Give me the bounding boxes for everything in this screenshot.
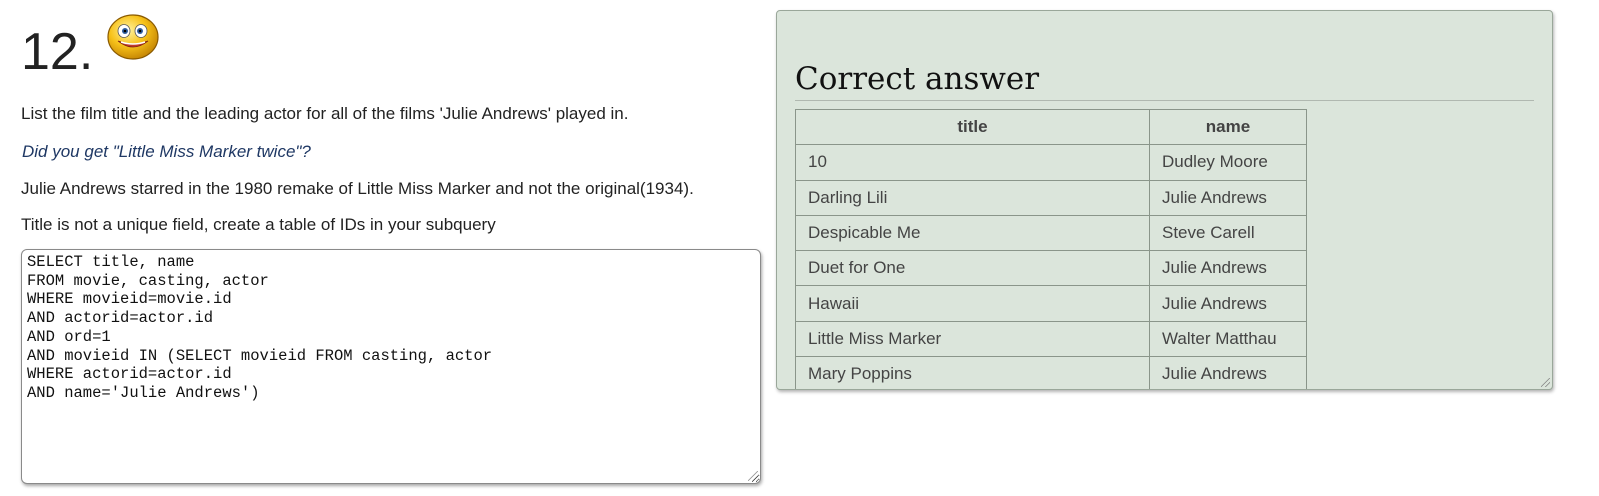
code-line: AND name='Julie Andrews') xyxy=(27,383,260,402)
question-note: Julie Andrews starred in the 1980 remake… xyxy=(21,179,694,198)
divider xyxy=(795,100,1534,101)
table-row: Despicable Me Steve Carell xyxy=(795,214,1307,252)
cell-title: Despicable Me xyxy=(795,214,1150,252)
code-line: AND actorid=actor.id xyxy=(27,309,214,328)
code-line: WHERE actorid=actor.id xyxy=(27,365,232,384)
cell-title: 10 xyxy=(795,144,1150,181)
smiley-face-icon xyxy=(107,14,159,60)
table-row: Mary Poppins Julie Andrews xyxy=(795,356,1307,389)
cell-name: Julie Andrews xyxy=(1149,179,1307,216)
code-line: AND movieid IN (SELECT movieid FROM cast… xyxy=(27,346,493,365)
question-prompt: List the film title and the leading acto… xyxy=(21,104,629,123)
column-header-title: title xyxy=(795,108,1150,146)
cell-title: Little Miss Marker xyxy=(795,320,1150,358)
cell-name: Steve Carell xyxy=(1149,214,1307,252)
table-header-row: title name xyxy=(795,108,1307,146)
code-line: WHERE movieid=movie.id xyxy=(27,290,232,309)
cell-name: Dudley Moore xyxy=(1149,144,1307,181)
table-row: Darling Lili Julie Andrews xyxy=(795,179,1307,216)
cell-title: Duet for One xyxy=(795,250,1150,287)
question-number: 12. xyxy=(21,23,94,81)
code-line: SELECT title, name xyxy=(27,253,195,271)
result-table: title name 10 Dudley Moore Darling Lili … xyxy=(795,108,1307,389)
question-header: 12. xyxy=(21,14,159,82)
cell-name: Julie Andrews xyxy=(1149,285,1307,322)
table-row: 10 Dudley Moore xyxy=(795,144,1307,181)
table-row: Little Miss Marker Walter Matthau xyxy=(795,320,1307,358)
resize-handle[interactable] xyxy=(748,471,758,481)
question-note: Title is not a unique field, create a ta… xyxy=(21,215,496,234)
cell-title: Hawaii xyxy=(795,285,1150,322)
column-header-name: name xyxy=(1149,108,1307,146)
table-row: Hawaii Julie Andrews xyxy=(795,285,1307,322)
cell-name: Walter Matthau xyxy=(1149,320,1307,358)
cell-name: Julie Andrews xyxy=(1149,250,1307,287)
question-hint: Did you get "Little Miss Marker twice"? xyxy=(22,142,311,161)
code-line: FROM movie, casting, actor xyxy=(27,271,269,290)
answer-panel[interactable]: Correct answer title name 10 Dudley Moor… xyxy=(776,10,1553,390)
answer-heading: Correct answer xyxy=(795,61,1040,97)
cell-name: Julie Andrews xyxy=(1149,356,1307,389)
cell-title: Mary Poppins xyxy=(795,356,1150,389)
code-line: AND ord=1 xyxy=(27,327,111,346)
cell-title: Darling Lili xyxy=(795,179,1150,216)
resize-handle[interactable] xyxy=(1541,378,1550,387)
sql-editor[interactable]: SELECT title, name FROM movie, casting, … xyxy=(21,249,761,484)
table-row: Duet for One Julie Andrews xyxy=(795,250,1307,287)
